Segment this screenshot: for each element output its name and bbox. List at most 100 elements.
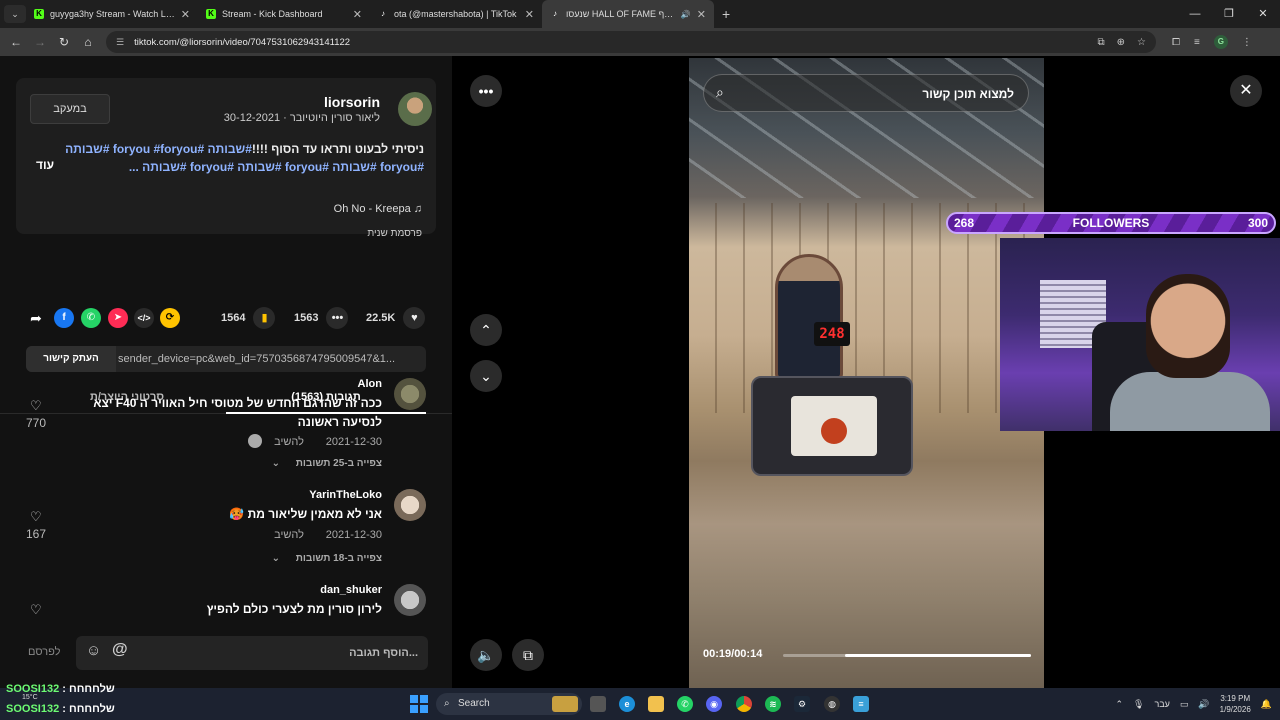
next-video-icon[interactable]: ⌄ (470, 360, 502, 392)
video-player[interactable]: 248 למצוא תוכן קשור ⌕ 00:19/00:14 (689, 58, 1044, 688)
file-explorer-icon[interactable] (590, 696, 606, 712)
language-indicator[interactable]: עבר (1154, 699, 1169, 709)
chevron-down-icon[interactable]: ⌄ (272, 553, 280, 564)
speaker-icon[interactable]: 🔊 (1198, 699, 1209, 710)
comments-stat[interactable]: 1563 ••• (294, 306, 349, 330)
likes-stat[interactable]: 22.5K ♥ (366, 306, 426, 330)
send-icon[interactable]: ➤ (108, 308, 128, 328)
reading-list-icon[interactable]: ≡ (1194, 37, 1200, 48)
post-comment-button[interactable]: לפרסם (28, 646, 60, 658)
saves-stat[interactable]: 1564 ▮ (221, 306, 276, 330)
previous-video-icon[interactable]: ⌃ (470, 314, 502, 346)
network-icon[interactable]: ▭ (1180, 699, 1189, 710)
more-options-icon[interactable]: ••• (470, 75, 502, 107)
home-icon[interactable]: ⌂ (76, 35, 100, 49)
comment-date: 2021-12-30 (325, 436, 382, 448)
forward-icon[interactable]: → (28, 35, 52, 49)
tray-overflow-icon[interactable]: ⌃ (1115, 699, 1123, 710)
reload-icon[interactable]: ↻ (52, 35, 76, 49)
whatsapp-icon[interactable]: ✆ (677, 696, 693, 712)
clock[interactable]: 3:19 PM 1/9/2026 (1220, 693, 1251, 715)
menu-kebab-icon[interactable]: ⋮ (1242, 37, 1252, 48)
copy-link-button[interactable]: העתק קישור (26, 346, 116, 372)
bookmark-icon[interactable]: ▮ (253, 307, 276, 329)
comment-input[interactable]: הוסף תגובה... ☺ @ (76, 636, 428, 670)
comment-heart-icon[interactable]: ♡ (30, 602, 42, 618)
embed-icon[interactable]: </> (134, 308, 154, 328)
windows-taskbar (0, 688, 1280, 720)
chevron-down-icon[interactable]: ⌄ (272, 458, 280, 469)
speaker-icon[interactable]: 🔊 (681, 10, 691, 19)
restore-icon[interactable]: ❐ (1212, 0, 1246, 28)
repost-icon[interactable]: ⟳ (160, 308, 180, 328)
commenter-avatar[interactable] (394, 489, 426, 521)
whatsapp-icon[interactable]: ✆ (81, 308, 101, 328)
close-window-icon[interactable]: ✕ (1246, 0, 1280, 28)
view-replies-button[interactable]: צפייה ב-18 תשובות (296, 553, 382, 564)
site-info-icon[interactable]: ☰ (116, 37, 124, 48)
profile-avatar[interactable]: G (1213, 35, 1228, 49)
view-replies-button[interactable]: צפייה ב-25 תשובות (296, 458, 382, 469)
share-arrow-icon[interactable]: ➦ (26, 308, 46, 328)
close-tab-icon[interactable]: ✕ (353, 8, 362, 21)
weather-widget[interactable]: 15°C (22, 694, 38, 701)
minimize-icon[interactable]: — (1178, 0, 1212, 28)
clock-time: 3:19 PM (1220, 694, 1251, 703)
obs-icon[interactable]: ◍ (824, 696, 840, 712)
video-progress-bar[interactable] (783, 654, 1031, 657)
tab-search-button[interactable]: ⌄ (4, 5, 26, 23)
discord-icon[interactable]: ◉ (706, 696, 722, 712)
bookmark-star-icon[interactable]: ☆ (1137, 37, 1146, 48)
comment-icon[interactable]: ••• (326, 307, 349, 329)
browser-tab-3[interactable]: ♪ ota (@mastershabota) | TikTok ✕ (370, 0, 542, 28)
creator-avatar[interactable] (398, 92, 432, 126)
mention-icon[interactable]: @ (112, 641, 128, 659)
close-tab-icon[interactable]: ✕ (525, 8, 534, 21)
close-video-icon[interactable]: ✕ (1230, 75, 1262, 107)
hashtags-line1[interactable]: #שבותה #foryou #foryou #שבותה (65, 142, 252, 156)
notification-icon[interactable]: 🔔 (1261, 699, 1272, 710)
hashtags-line2[interactable]: #foryou #שבותה #foryou #שבותה #foryou #ש… (129, 160, 424, 174)
heart-icon[interactable]: ♥ (403, 307, 426, 329)
reply-button[interactable]: להשיב (274, 529, 304, 541)
url-field[interactable]: ☰ tiktok.com/@liorsorin/video/7047531062… (106, 31, 1156, 53)
folder-icon[interactable] (648, 696, 664, 712)
install-app-icon[interactable]: ⧉ (1098, 37, 1105, 48)
related-search-pill[interactable]: למצוא תוכן קשור ⌕ (703, 74, 1029, 112)
spotify-icon[interactable]: ≋ (765, 696, 781, 712)
back-icon[interactable]: ← (4, 35, 28, 49)
steam-icon[interactable]: ⚙ (794, 696, 810, 712)
widgets-icon[interactable] (552, 696, 578, 712)
tab-title: ota (@mastershabota) | TikTok (394, 9, 517, 19)
browser-tab-1[interactable]: K guyyga3hy Stream - Watch Live ✕ (26, 0, 198, 28)
emoji-icon[interactable]: ☺ (86, 642, 101, 659)
share-link-text[interactable]: ...1&sender_device=pc&web_id=75703568747… (118, 346, 418, 372)
zoom-icon[interactable]: ⊕ (1117, 37, 1125, 48)
commenter-avatar[interactable] (394, 584, 426, 616)
windows-start-icon[interactable] (410, 695, 428, 713)
commenter-avatar[interactable] (394, 378, 426, 410)
creator-username[interactable]: liorsorin (324, 94, 380, 110)
close-tab-icon[interactable]: ✕ (697, 8, 706, 21)
close-tab-icon[interactable]: ✕ (181, 8, 190, 21)
commenter-name[interactable]: dan_shuker (320, 584, 382, 596)
new-tab-icon[interactable]: + (722, 6, 730, 22)
commenter-name[interactable]: YarinTheLoko (309, 489, 382, 501)
comment-heart-icon[interactable]: ♡ (30, 509, 42, 525)
chrome-icon[interactable] (736, 696, 752, 712)
picture-in-picture-icon[interactable]: ⧉ (512, 639, 544, 671)
notepad-icon[interactable]: ≡ (853, 696, 869, 712)
browser-tab-4-active[interactable]: ♪ שנעסו HALL OF FAME אוסף 🔊 ✕ (542, 0, 714, 28)
edge-icon[interactable]: e (619, 696, 635, 712)
music-link[interactable]: Oh No - Kreepa ♫ (334, 203, 422, 215)
comment-heart-icon[interactable]: ♡ (30, 398, 42, 414)
facebook-icon[interactable]: f (54, 308, 74, 328)
volume-icon[interactable]: 🔈 (470, 639, 502, 671)
reply-button[interactable]: להשיב (274, 436, 304, 448)
commenter-name[interactable]: Alon (358, 378, 382, 390)
more-button[interactable]: עוד (36, 158, 54, 172)
extensions-icon[interactable]: ⧠ (1172, 37, 1180, 48)
browser-tab-2[interactable]: K Stream - Kick Dashboard ✕ (198, 0, 370, 28)
following-button[interactable]: במעקב (30, 94, 110, 124)
microphone-icon[interactable]: 🎙 (1133, 699, 1144, 710)
